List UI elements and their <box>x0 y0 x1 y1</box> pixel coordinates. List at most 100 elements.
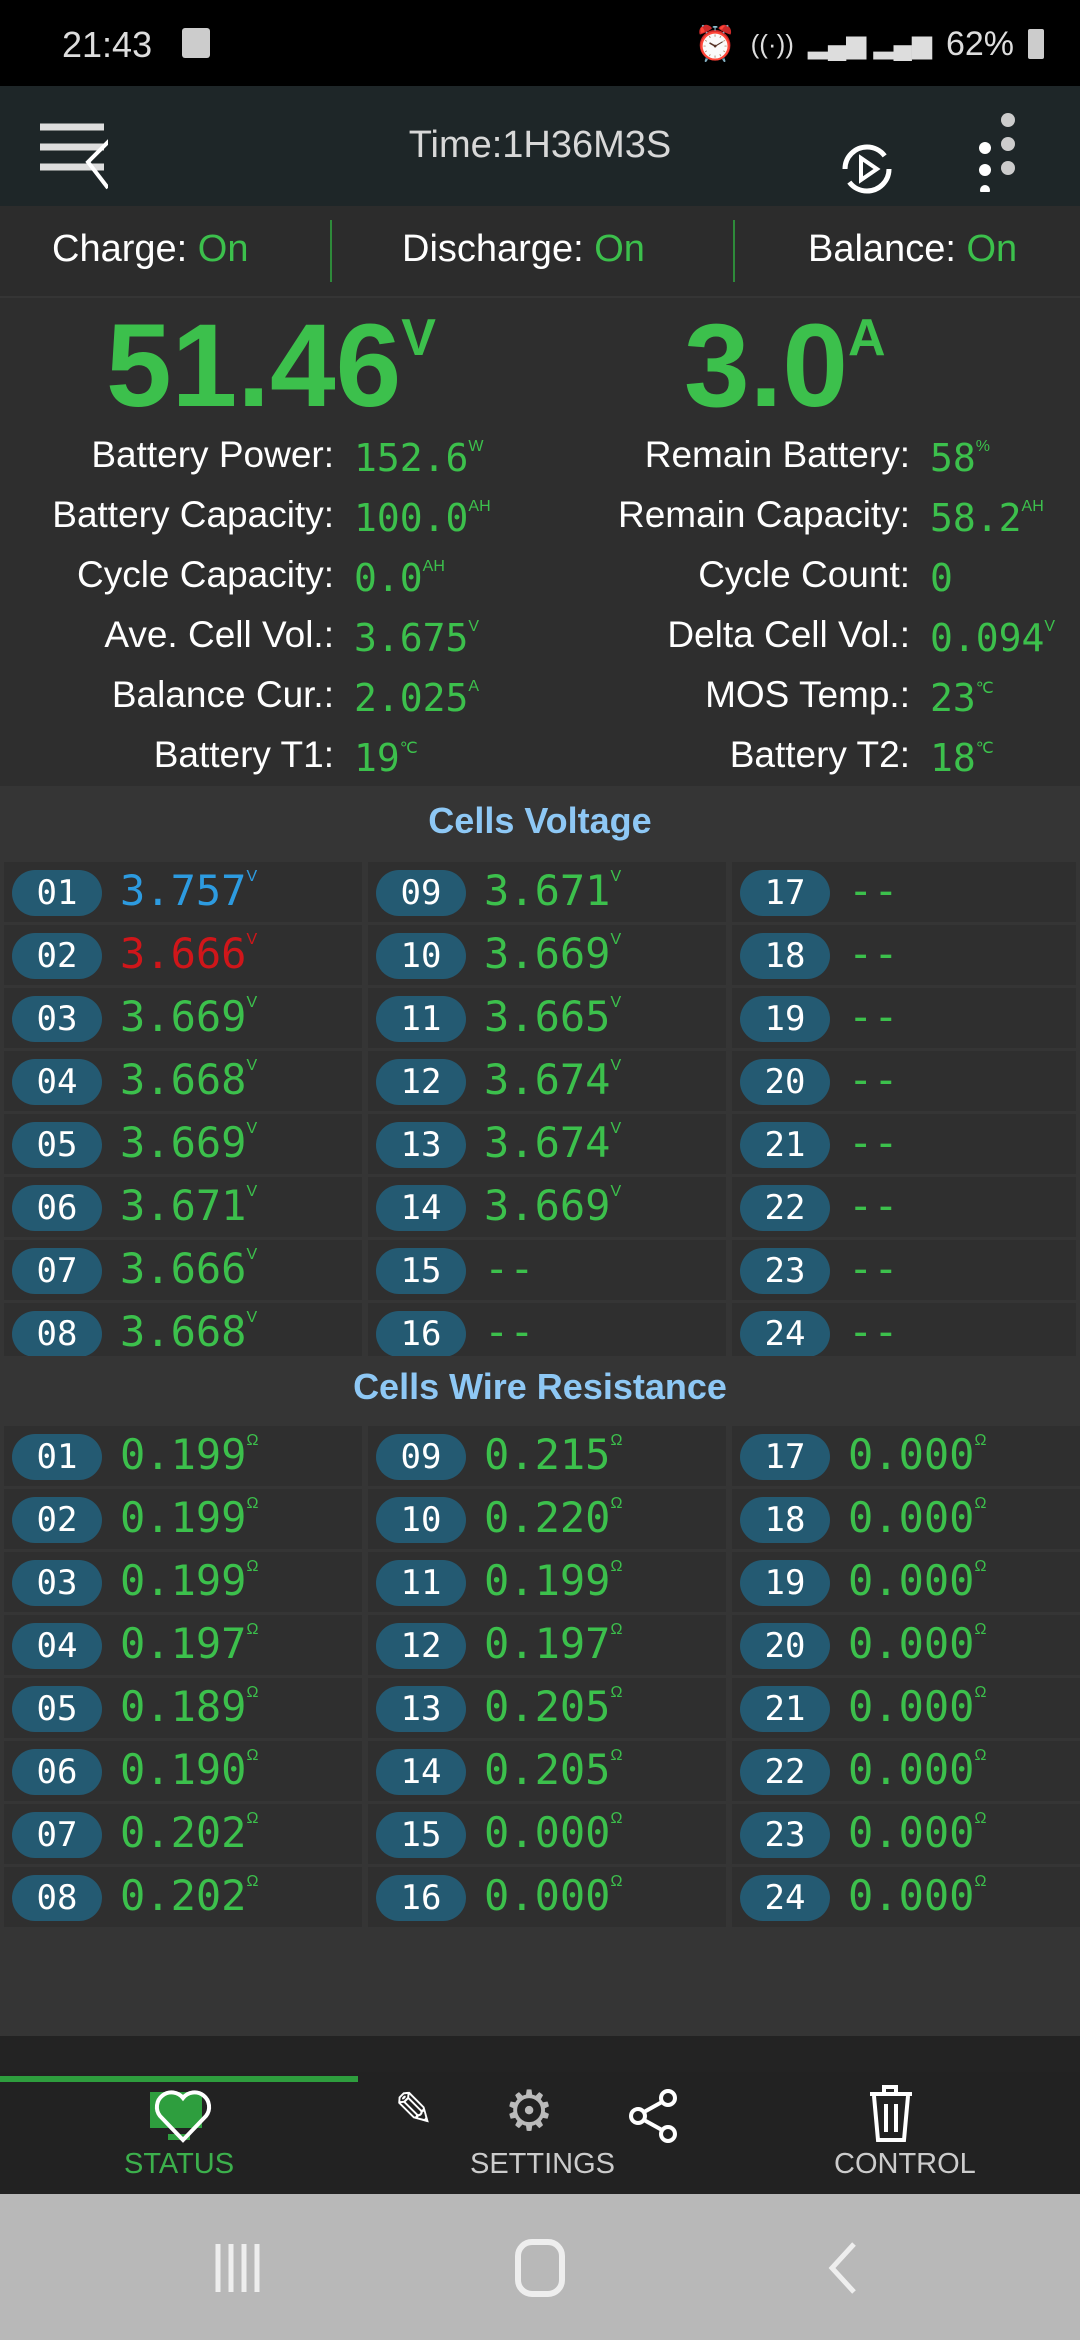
cell-number: -- <box>848 992 899 1041</box>
cell-number: 0.197 <box>484 1619 611 1668</box>
cell-resistance-item: 01 0.199Ω <box>4 1426 362 1486</box>
cell-number: 3.666 <box>120 1244 247 1293</box>
home-icon[interactable] <box>512 2238 572 2300</box>
divider <box>330 220 332 282</box>
info-label: Ave. Cell Vol.: <box>104 614 334 655</box>
info-label: Battery Capacity: <box>52 494 334 535</box>
divider <box>733 220 735 282</box>
cell-number: -- <box>848 1118 899 1167</box>
cell-unit: Ω <box>974 1558 987 1575</box>
cell-number-badge: 23 <box>740 1812 830 1858</box>
cell-value: 0.220Ω <box>484 1493 622 1542</box>
cell-number: 0.199 <box>484 1556 611 1605</box>
cell-number-badge: 22 <box>740 1185 830 1231</box>
cell-unit: Ω <box>610 1495 623 1512</box>
cell-number-badge: 10 <box>376 933 466 979</box>
cell-voltage-item: 02 3.666V <box>4 925 362 985</box>
info-label: Battery T1: <box>153 734 334 775</box>
cell-value: 0.199Ω <box>120 1430 258 1479</box>
cell-number-badge: 20 <box>740 1623 830 1669</box>
info-number: 0.094 <box>930 616 1045 660</box>
cell-number-badge: 21 <box>740 1686 830 1732</box>
cell-resistance-item: 21 0.000Ω <box>732 1678 1080 1738</box>
cell-value: 3.674V <box>484 1055 621 1104</box>
voltage-value: 51.46 <box>106 300 402 432</box>
balance-status[interactable]: Balance: On <box>808 228 1017 271</box>
cell-unit: Ω <box>246 1684 259 1701</box>
cell-value: 3.671V <box>484 866 621 915</box>
cell-value: 0.199Ω <box>120 1556 258 1605</box>
info-value: 18℃ <box>930 736 994 780</box>
cell-number: 3.666 <box>120 929 247 978</box>
discharge-status[interactable]: Discharge: On <box>402 228 645 271</box>
cell-unit: V <box>610 931 622 948</box>
cell-unit: V <box>610 994 622 1011</box>
cell-unit: Ω <box>610 1873 623 1890</box>
cell-unit: Ω <box>246 1873 259 1890</box>
tab-settings[interactable]: ✎ ⚙ SETTINGS <box>358 2072 722 2194</box>
cell-value: -- <box>848 1181 899 1230</box>
session-time: Time:1H36M3S <box>408 124 672 166</box>
info-number: 23 <box>930 676 976 720</box>
battery-percent: 62% <box>945 24 1014 63</box>
cell-voltage-item: 16 -- <box>368 1303 726 1356</box>
cell-number: 3.665 <box>484 992 611 1041</box>
charge-status[interactable]: Charge: On <box>52 228 248 271</box>
cell-value: 3.666V <box>120 1244 257 1293</box>
tab-control[interactable]: CONTROL <box>722 2072 1080 2194</box>
cell-resistance-item: 05 0.189Ω <box>4 1678 362 1738</box>
more-vert-icon[interactable] <box>976 112 1020 195</box>
cell-number: 3.674 <box>484 1118 611 1167</box>
info-unit: AH <box>422 558 445 575</box>
cell-number: -- <box>848 1307 899 1356</box>
info-value: 23℃ <box>930 676 994 720</box>
cell-value: 3.669V <box>484 1181 621 1230</box>
pencil-icon: ✎ <box>394 2084 435 2137</box>
total-current: 3.0A <box>684 298 886 434</box>
total-voltage: 51.46V <box>106 298 436 434</box>
cell-resistance-item: 03 0.199Ω <box>4 1552 362 1612</box>
cell-unit: V <box>246 994 258 1011</box>
cell-resistance-item: 11 0.199Ω <box>368 1552 726 1612</box>
cell-number-badge: 05 <box>12 1686 102 1732</box>
image-icon <box>182 28 210 58</box>
cell-resistance-item: 14 0.205Ω <box>368 1741 726 1801</box>
cell-number: 0.000 <box>848 1745 975 1794</box>
info-unit: ℃ <box>975 740 994 757</box>
balance-label: Balance: <box>808 228 956 270</box>
cell-value: 0.190Ω <box>120 1745 258 1794</box>
cell-value: 3.668V <box>120 1307 257 1356</box>
cell-unit: V <box>610 1120 622 1137</box>
cell-value: 0.202Ω <box>120 1871 258 1920</box>
cell-value: 0.205Ω <box>484 1745 622 1794</box>
cell-unit: V <box>246 1183 258 1200</box>
cell-number: 0.205 <box>484 1745 611 1794</box>
cell-value: -- <box>848 1055 899 1104</box>
cell-voltage-item: 04 3.668V <box>4 1051 362 1111</box>
cell-value: 3.665V <box>484 992 621 1041</box>
cell-voltage-item: 22 -- <box>732 1177 1076 1237</box>
tab-status[interactable]: STATUS <box>0 2072 358 2194</box>
cell-number-badge: 03 <box>12 1560 102 1606</box>
cell-number: 0.197 <box>120 1619 247 1668</box>
replay-icon[interactable] <box>840 142 894 196</box>
cell-number-badge: 06 <box>12 1749 102 1795</box>
cell-voltage-item: 24 -- <box>732 1303 1076 1356</box>
cell-number-badge: 21 <box>740 1122 830 1168</box>
cell-resistance-item: 23 0.000Ω <box>732 1804 1080 1864</box>
battery-icon <box>1028 29 1044 59</box>
cell-value: -- <box>848 992 899 1041</box>
cells-voltage-title: Cells Voltage <box>428 800 652 841</box>
cell-voltage-item: 20 -- <box>732 1051 1076 1111</box>
recents-icon[interactable] <box>212 2240 262 2296</box>
info-label: Battery Power: <box>91 434 334 475</box>
cell-number: 3.674 <box>484 1055 611 1104</box>
back-icon[interactable] <box>824 2240 864 2296</box>
info-value: 152.6W <box>354 436 484 480</box>
info-unit: AH <box>468 498 491 515</box>
cell-voltage-item: 07 3.666V <box>4 1240 362 1300</box>
cell-voltage-item: 06 3.671V <box>4 1177 362 1237</box>
cell-resistance-item: 07 0.202Ω <box>4 1804 362 1864</box>
cell-number-badge: 09 <box>376 870 466 916</box>
cell-number-badge: 18 <box>740 933 830 979</box>
